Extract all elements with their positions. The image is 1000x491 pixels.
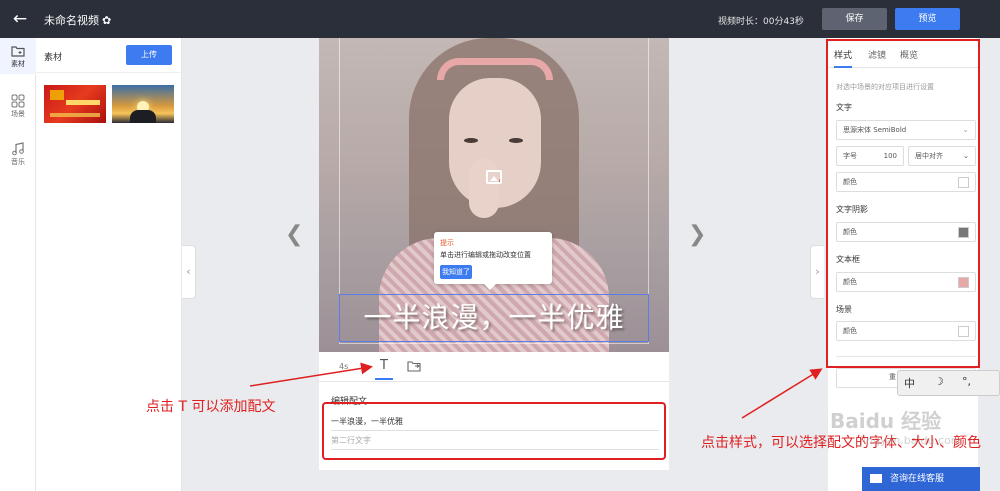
annotation-left: 点击 T 可以添加配文 — [146, 399, 276, 415]
ime-chinese-icon[interactable]: 中 — [904, 375, 915, 391]
ime-punct-icon[interactable]: °, — [962, 375, 971, 388]
mail-icon — [870, 474, 882, 483]
ime-moon-icon[interactable]: ☽ — [934, 375, 944, 388]
ime-toolbar: 中 ☽ °, — [897, 370, 1000, 396]
watermark: Baidu 经验 — [830, 409, 942, 433]
online-support-button[interactable]: 咨询在线客服 — [862, 467, 980, 491]
watermark-sub: jingyan.baidu.com — [860, 434, 962, 447]
support-label: 咨询在线客服 — [890, 474, 945, 484]
right-arrow — [741, 368, 823, 419]
left-arrow — [249, 362, 373, 387]
